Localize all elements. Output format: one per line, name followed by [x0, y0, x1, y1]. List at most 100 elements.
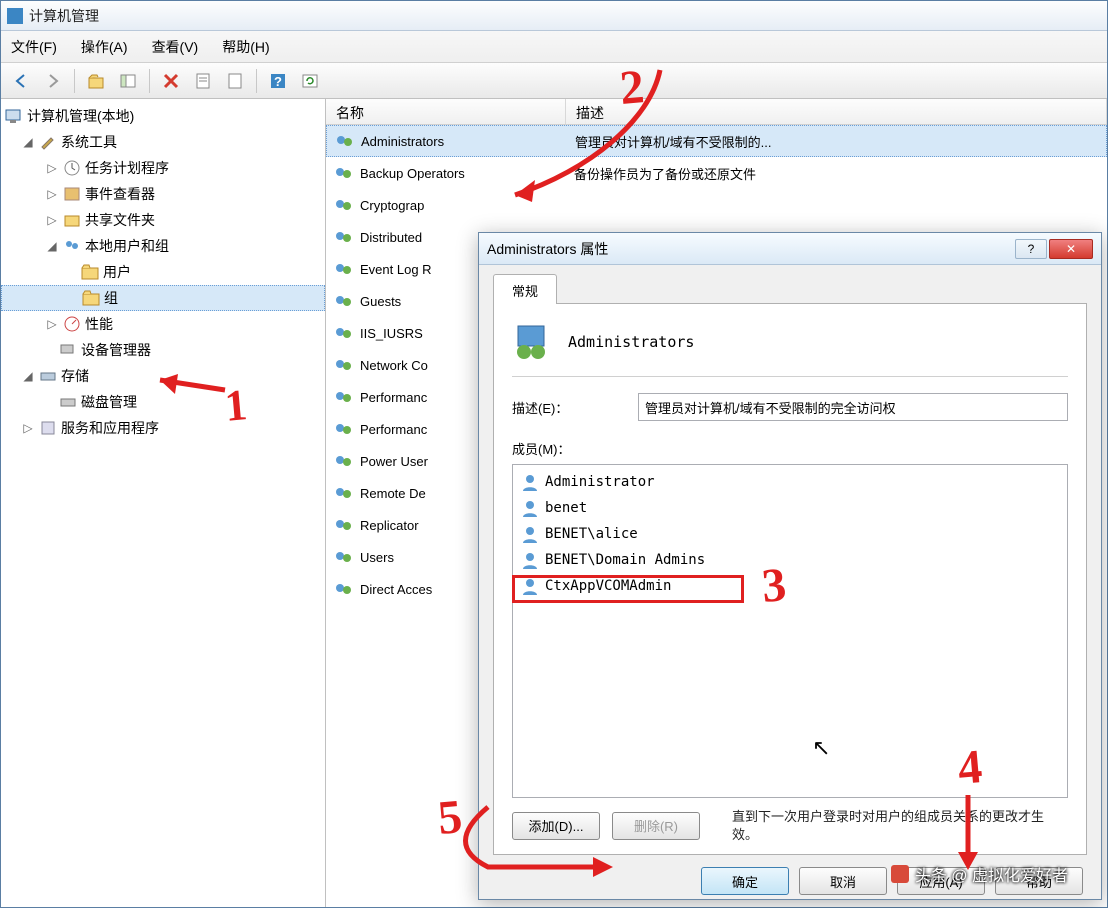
list-header: 名称 描述	[326, 99, 1107, 125]
clock-icon	[63, 159, 81, 177]
tree-task-scheduler[interactable]: ▷ 任务计划程序	[1, 155, 325, 181]
group-name-cell: Guests	[360, 294, 401, 309]
member-item[interactable]: CtxAppVCOMAdmin	[517, 573, 1063, 599]
col-desc[interactable]: 描述	[566, 99, 1107, 124]
tree-shared-folders[interactable]: ▷ 共享文件夹	[1, 207, 325, 233]
group-name-cell: Event Log R	[360, 262, 432, 277]
group-name: Administrators	[568, 333, 694, 351]
tree-users[interactable]: 用户	[1, 259, 325, 285]
show-hide-button[interactable]	[114, 67, 142, 95]
event-icon	[63, 185, 81, 203]
cancel-button[interactable]: 取消	[799, 867, 887, 895]
help-button[interactable]: 帮助	[995, 867, 1083, 895]
group-icon	[334, 260, 354, 278]
expand-icon[interactable]: ▷	[45, 161, 59, 175]
group-name-cell: Direct Acces	[360, 582, 432, 597]
group-icon	[334, 324, 354, 342]
add-button[interactable]: 添加(D)...	[512, 812, 600, 840]
menu-file[interactable]: 文件(F)	[11, 37, 57, 57]
member-item[interactable]: benet	[517, 495, 1063, 521]
user-icon	[521, 473, 539, 491]
group-icon	[334, 580, 354, 598]
forward-button[interactable]	[39, 67, 67, 95]
group-name-cell: Backup Operators	[360, 166, 465, 181]
collapse-icon[interactable]: ◢	[21, 369, 35, 383]
delete-button[interactable]	[157, 67, 185, 95]
back-button[interactable]	[7, 67, 35, 95]
up-button[interactable]	[82, 67, 110, 95]
expand-icon[interactable]: ▷	[45, 213, 59, 227]
expand-icon[interactable]: ▷	[45, 317, 59, 331]
group-icon	[334, 164, 354, 182]
expand-icon[interactable]: ▷	[21, 421, 35, 435]
group-desc-cell: 管理员对计算机/域有不受限制的...	[567, 132, 1106, 151]
tools-icon	[39, 133, 57, 151]
tree-system-tools[interactable]: ◢ 系统工具	[1, 129, 325, 155]
tree-event-viewer[interactable]: ▷ 事件查看器	[1, 181, 325, 207]
group-name-cell: IIS_IUSRS	[360, 326, 423, 341]
dialog-close-button[interactable]: ✕	[1049, 239, 1093, 259]
group-name-cell: Distributed	[360, 230, 422, 245]
tree-services-apps[interactable]: ▷ 服务和应用程序	[1, 415, 325, 441]
group-row[interactable]: Cryptograp	[326, 189, 1107, 221]
group-icon	[334, 228, 354, 246]
tree-root[interactable]: 计算机管理(本地)	[1, 103, 325, 129]
col-name[interactable]: 名称	[326, 99, 566, 124]
user-icon	[521, 577, 539, 595]
help-toolbar-button[interactable]: ?	[264, 67, 292, 95]
group-icon	[334, 356, 354, 374]
folder-icon	[81, 263, 99, 281]
group-icon	[334, 452, 354, 470]
group-name-cell: Performanc	[360, 390, 427, 405]
group-name-cell: Users	[360, 550, 394, 565]
tree-performance[interactable]: ▷ 性能	[1, 311, 325, 337]
group-name-cell: Performanc	[360, 422, 427, 437]
group-name-cell: Administrators	[361, 134, 444, 149]
properties-button[interactable]	[189, 67, 217, 95]
group-desc-cell: 备份操作员为了备份或还原文件	[566, 164, 1107, 183]
disk-icon	[59, 393, 77, 411]
separator	[74, 69, 75, 93]
tree-storage[interactable]: ◢ 存储	[1, 363, 325, 389]
remove-button[interactable]: 删除(R)	[612, 812, 700, 840]
group-icon	[334, 420, 354, 438]
menu-help[interactable]: 帮助(H)	[222, 37, 269, 57]
dialog-help-button[interactable]: ?	[1015, 239, 1047, 259]
collapse-icon[interactable]: ◢	[21, 135, 35, 149]
computer-icon	[5, 107, 23, 125]
user-icon	[521, 525, 539, 543]
group-row[interactable]: Administrators 管理员对计算机/域有不受限制的...	[326, 125, 1107, 157]
member-item[interactable]: BENET\Domain Admins	[517, 547, 1063, 573]
users-groups-icon	[63, 237, 81, 255]
group-icon	[334, 548, 354, 566]
expand-icon[interactable]: ▷	[45, 187, 59, 201]
refresh-button[interactable]	[296, 67, 324, 95]
tree-disk-management[interactable]: 磁盘管理	[1, 389, 325, 415]
apply-button[interactable]: 应用(A)	[897, 867, 985, 895]
ok-button[interactable]: 确定	[701, 867, 789, 895]
toolbar: ?	[1, 63, 1107, 99]
collapse-icon[interactable]: ◢	[45, 239, 59, 253]
tree-groups[interactable]: 组	[1, 285, 325, 311]
export-button[interactable]	[221, 67, 249, 95]
member-item[interactable]: Administrator	[517, 469, 1063, 495]
user-icon	[521, 499, 539, 517]
menu-action[interactable]: 操作(A)	[81, 37, 128, 57]
menu-view[interactable]: 查看(V)	[152, 37, 199, 57]
member-item[interactable]: BENET\alice	[517, 521, 1063, 547]
device-icon	[59, 341, 77, 359]
tree-local-users-groups[interactable]: ◢ 本地用户和组	[1, 233, 325, 259]
services-icon	[39, 419, 57, 437]
tab-general[interactable]: 常规	[493, 274, 557, 304]
group-row[interactable]: Backup Operators 备份操作员为了备份或还原文件	[326, 157, 1107, 189]
tree-device-manager[interactable]: 设备管理器	[1, 337, 325, 363]
svg-text:?: ?	[274, 74, 282, 89]
group-name-cell: Network Co	[360, 358, 428, 373]
members-listbox[interactable]: AdministratorbenetBENET\aliceBENET\Domai…	[512, 464, 1068, 798]
app-icon	[7, 8, 23, 24]
note-text: 直到下一次用户登录时对用户的组成员关系的更改才生效。	[712, 808, 1068, 844]
storage-icon	[39, 367, 57, 385]
group-icon	[334, 196, 354, 214]
group-large-icon	[512, 322, 552, 362]
description-input[interactable]	[638, 393, 1068, 421]
